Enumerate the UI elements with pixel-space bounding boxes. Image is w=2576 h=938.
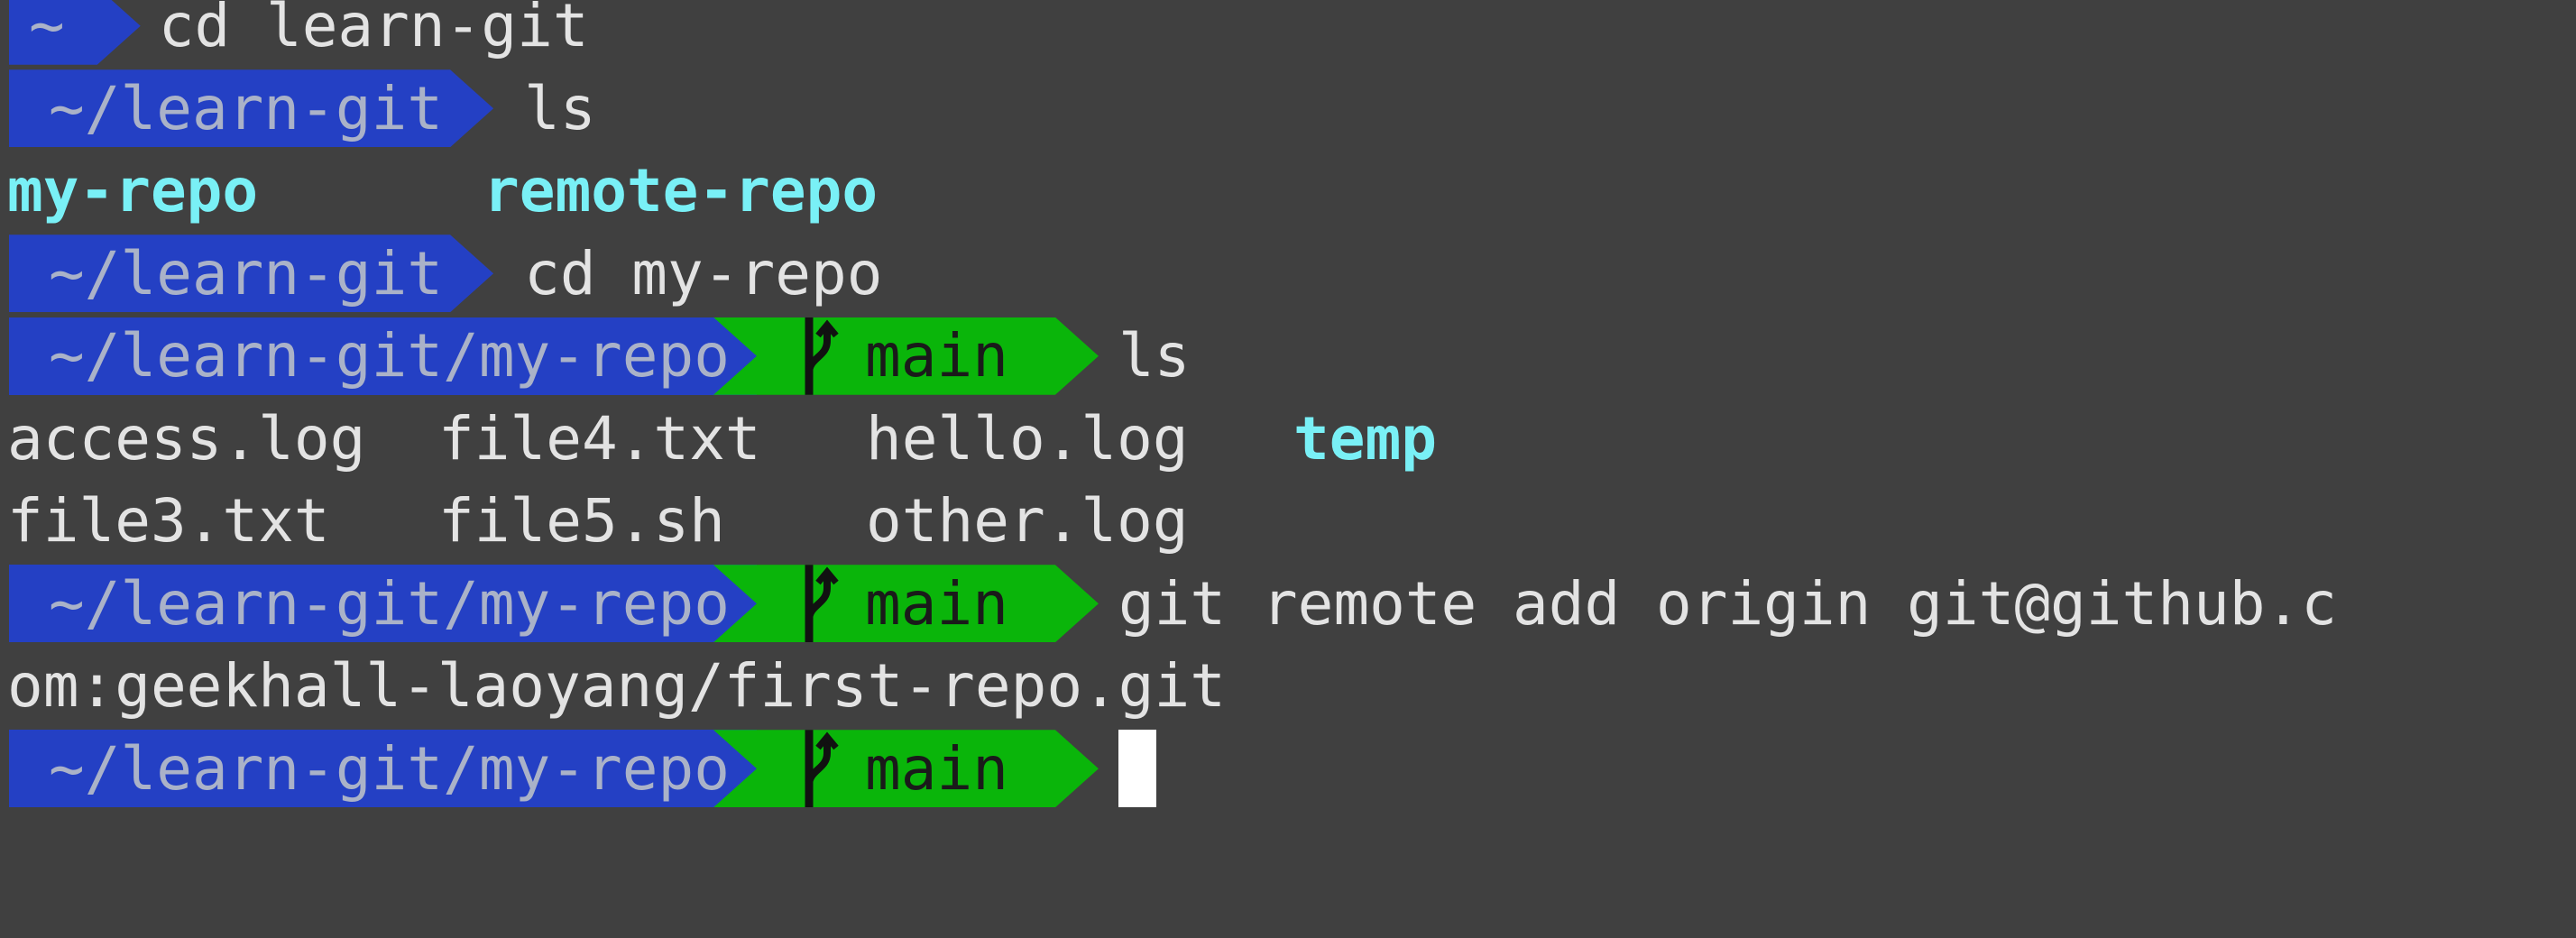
file-entry: other.log [866,486,1189,556]
directory-entry: remote-repo [483,156,879,226]
command-text: git remote add origin git@github.c [1118,568,2337,639]
prompt-line-2: ~/learn-git ls [0,68,2576,151]
prompt-line-5: ~/learn-git/my-repo main git remote add … [0,563,2576,646]
prompt-dir-text: ~/learn-git [49,238,444,308]
prompt-line-3: ~/learn-git cd my-repo [0,233,2576,316]
directory-entry: my-repo [7,156,259,226]
prompt-dir-segment: ~/learn-git/my-repo [9,317,757,395]
file-entry: file3.txt [7,486,330,556]
prompt-dir-segment: ~/learn-git [9,69,493,147]
prompt-dir-text: ~/learn-git [49,73,444,143]
prompt-git-segment: main [713,317,1099,395]
prompt-dir-text: ~/learn-git/my-repo [49,733,730,804]
file-entry: file5.sh [438,486,725,556]
ls-output-line: access.log file4.txt hello.log temp [0,398,2576,481]
branch-name: main [864,321,1008,391]
prompt-line-current[interactable]: ~/learn-git/my-repo main [0,728,2576,811]
prompt-dir-segment: ~/learn-git/my-repo [9,730,757,808]
branch-name: main [864,568,1008,639]
terminal-window[interactable]: ~ cd learn-git ~/learn-git ls my-repo re… [0,0,2576,810]
git-branch-icon [791,317,845,395]
command-text: ls [524,73,596,143]
prompt-dir-text: ~ [29,0,65,61]
branch-name: main [864,733,1008,804]
file-entry: access.log [7,403,366,474]
file-entry: hello.log [866,403,1189,474]
command-text: ls [1118,321,1191,391]
prompt-git-segment: main [713,565,1099,642]
prompt-line-4: ~/learn-git/my-repo main ls [0,315,2576,398]
command-text: cd my-repo [524,238,883,308]
command-text: cd learn-git [158,0,589,61]
terminal-cursor[interactable] [1118,730,1156,808]
command-wrap-line: om:geekhall-laoyang/first-repo.git [0,645,2576,728]
file-entry: file4.txt [438,403,761,474]
ls-output-line: file3.txt file5.sh other.log [0,480,2576,563]
prompt-dir-segment: ~ [9,0,141,65]
prompt-git-segment: main [713,730,1099,807]
prompt-dir-segment: ~/learn-git/my-repo [9,565,757,643]
prompt-dir-text: ~/learn-git/my-repo [49,321,730,391]
git-branch-icon [791,565,845,642]
directory-entry: temp [1293,403,1437,474]
ls-output-line: my-repo remote-repo [0,150,2576,233]
git-branch-icon [791,730,845,807]
prompt-line-1: ~ cd learn-git [0,0,2576,68]
command-text-continued: om:geekhall-laoyang/first-repo.git [7,651,1227,722]
prompt-dir-text: ~/learn-git/my-repo [49,568,730,639]
prompt-dir-segment: ~/learn-git [9,234,493,312]
